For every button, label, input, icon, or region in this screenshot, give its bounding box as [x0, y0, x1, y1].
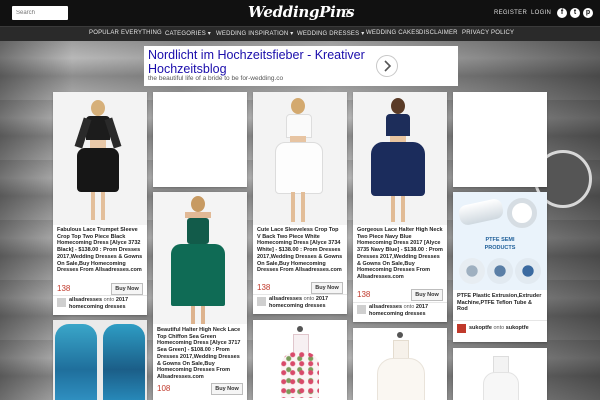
pin-description: Cute Lace Sleeveless Crop Top V Back Two… — [257, 227, 343, 274]
pin-attribution: sukoptfe onto sukoptfe — [469, 325, 545, 332]
pin-card[interactable] — [53, 320, 147, 400]
pin-price: 108 — [157, 384, 171, 393]
pin-user[interactable]: allsadresses — [69, 297, 102, 303]
twitter-icon[interactable]: t — [570, 8, 580, 18]
avatar[interactable] — [357, 305, 366, 314]
pin-price: 138 — [257, 283, 271, 292]
pin-image[interactable] — [153, 92, 247, 187]
pin-attribution: allsadresses onto 2017 homecoming dresse… — [369, 304, 445, 317]
pin-onto: onto — [403, 304, 415, 310]
pin-image[interactable]: PTFE SEMI PRODUCTS — [453, 192, 547, 290]
ad-next-button[interactable] — [376, 55, 398, 77]
buy-now-button[interactable]: Buy Now — [111, 283, 143, 295]
chevron-right-icon — [384, 60, 392, 72]
pin-board[interactable]: sukoptfe — [506, 325, 529, 331]
pin-onto: onto — [303, 296, 315, 302]
pin-card[interactable]: Fabulous Lace Trumpet Sleeve Crop Top Tw… — [53, 92, 147, 315]
avatar[interactable] — [457, 324, 466, 333]
pin-user[interactable]: allsadresses — [269, 296, 302, 302]
buy-now-button[interactable]: Buy Now — [311, 282, 343, 294]
pin-description: Beautiful Halter High Neck Lace Top Chif… — [157, 327, 241, 380]
pinterest-icon[interactable]: p — [583, 8, 593, 18]
pin-card[interactable] — [153, 92, 247, 187]
nav-disclaimer[interactable]: DISCLAIMER — [419, 30, 458, 36]
pin-price: 138 — [357, 290, 371, 299]
register-link[interactable]: REGISTER — [494, 10, 527, 16]
pin-onto: onto — [493, 325, 505, 331]
pin-image[interactable] — [253, 92, 347, 225]
nav-wedding-inspiration[interactable]: WEDDING INSPIRATION ▾ — [216, 30, 293, 37]
ad-banner[interactable]: Nordlicht im Hochzeitsfieber - Kreativer… — [144, 46, 458, 86]
pin-card[interactable]: Beautiful Halter High Neck Lace Top Chif… — [153, 192, 247, 400]
pin-card[interactable] — [353, 328, 447, 400]
main-nav: POPULAR EVERYTHING CATEGORIES ▾ WEDDING … — [0, 26, 600, 41]
pin-description: PTFE Plastic Extrusion,Extruder Machine,… — [457, 293, 542, 313]
pin-attribution: allsadresses onto 2017 homecoming dresse… — [69, 297, 145, 310]
buy-now-button[interactable]: Buy Now — [411, 289, 443, 301]
pin-image[interactable] — [53, 92, 147, 225]
pin-onto: onto — [103, 297, 115, 303]
product-label: PTFE SEMI PRODUCTS — [484, 237, 516, 251]
avatar[interactable] — [57, 298, 66, 307]
avatar[interactable] — [257, 297, 266, 306]
login-link[interactable]: LOGIN — [531, 10, 551, 16]
pin-user[interactable]: sukoptfe — [469, 325, 492, 331]
buy-now-button[interactable]: Buy Now — [211, 383, 243, 395]
pin-attribution: allsadresses onto 2017 homecoming dresse… — [269, 296, 345, 309]
pin-price: 138 — [57, 284, 71, 293]
pin-image[interactable] — [53, 320, 147, 400]
pin-card[interactable]: Cute Lace Sleeveless Crop Top V Back Two… — [253, 92, 347, 314]
pin-image[interactable] — [353, 92, 447, 225]
pin-image[interactable] — [253, 320, 347, 400]
pin-description: Fabulous Lace Trumpet Sleeve Crop Top Tw… — [57, 227, 143, 274]
pin-description: Gorgeous Lace Halter High Neck Two Piece… — [357, 227, 443, 280]
top-header: WeddingPins ♫ REGISTER LOGIN f t p — [0, 0, 600, 26]
ad-subtitle: the beautiful life of a bride to be for-… — [148, 75, 284, 82]
pin-image[interactable] — [453, 92, 547, 187]
pin-card[interactable] — [253, 320, 347, 400]
pin-image[interactable] — [453, 348, 547, 400]
nav-everything[interactable]: EVERYTHING — [121, 30, 162, 36]
facebook-icon[interactable]: f — [557, 8, 567, 18]
nav-categories[interactable]: CATEGORIES ▾ — [165, 30, 211, 37]
pin-image[interactable] — [353, 328, 447, 400]
nav-privacy-policy[interactable]: PRIVACY POLICY — [462, 30, 514, 36]
site-logo[interactable]: WeddingPins — [248, 3, 355, 21]
wedding-bells-icon: ♫ — [341, 6, 350, 18]
nav-popular[interactable]: POPULAR — [89, 30, 119, 36]
pin-card[interactable]: PTFE SEMI PRODUCTS PTFE Plastic Extrusio… — [453, 192, 547, 342]
pin-card[interactable] — [453, 348, 547, 400]
pin-card[interactable] — [453, 92, 547, 187]
nav-wedding-dresses[interactable]: WEDDING DRESSES ▾ — [297, 30, 364, 37]
nav-wedding-cakes[interactable]: WEDDING CAKES — [366, 30, 420, 36]
search-input[interactable] — [12, 6, 68, 20]
pin-image[interactable] — [153, 192, 247, 324]
pin-card[interactable]: Gorgeous Lace Halter High Neck Two Piece… — [353, 92, 447, 322]
pin-user[interactable]: allsadresses — [369, 304, 402, 310]
